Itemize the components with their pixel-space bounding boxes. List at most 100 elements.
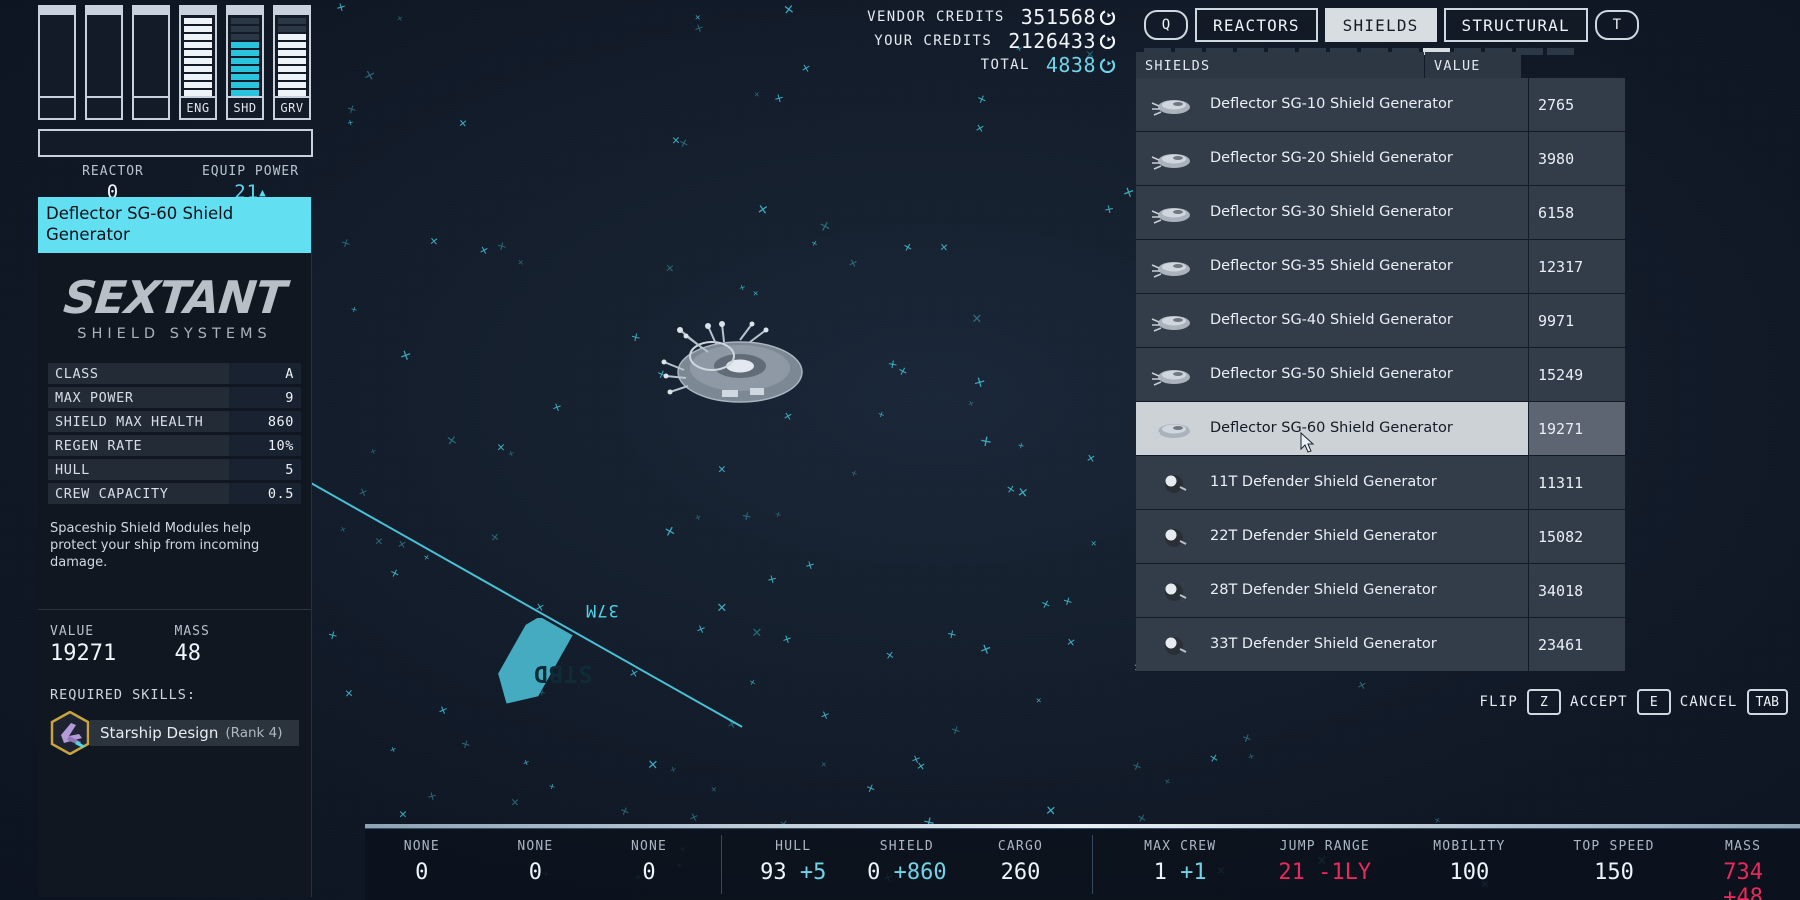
power-pip: [278, 74, 306, 80]
power-pip: [231, 58, 259, 64]
stat-divider: [1092, 835, 1094, 894]
table-header-value: VALUE: [1425, 52, 1521, 80]
power-pip: [278, 58, 306, 64]
vendor-credits-label: VENDOR CREDITS: [867, 9, 1005, 25]
star: ✕: [510, 794, 519, 811]
stat-cell-label: SHIELD: [879, 839, 934, 854]
module-value: 12317: [1529, 240, 1625, 294]
tab-reactors[interactable]: REACTORS: [1195, 8, 1318, 42]
module-value: 15082: [1529, 510, 1625, 564]
stat-cell-delta: +860: [880, 860, 947, 885]
credit-coin-icon: [1099, 33, 1116, 49]
value-mass-block: VALUE 19271 MASS 48: [38, 609, 311, 666]
stat-cell-label: CARGO: [997, 839, 1044, 854]
star: ✕: [444, 429, 458, 450]
stat-cell-value: 0: [415, 860, 429, 885]
stat-cell-value: 150: [1594, 860, 1634, 885]
tab-shields[interactable]: SHIELDS: [1324, 8, 1437, 42]
star: ✕: [782, 0, 795, 19]
module-list[interactable]: Deflector SG-10 Shield Generator Deflecto…: [1136, 78, 1528, 672]
power-pip: [184, 58, 212, 64]
credit-coin-icon: [1099, 9, 1116, 25]
table-row[interactable]: 11T Defender Shield Generator: [1136, 456, 1528, 510]
table-row[interactable]: Deflector SG-60 Shield Generator: [1136, 402, 1528, 456]
table-row[interactable]: 22T Defender Shield Generator: [1136, 510, 1528, 564]
your-credits-row: YOUR CREDITS 2126433: [825, 29, 1116, 53]
module-value: 34018: [1529, 564, 1625, 618]
shield-module-icon: [1136, 240, 1210, 293]
power-pip: [278, 50, 306, 56]
power-bar-empty-0[interactable]: [38, 5, 76, 120]
stat-key: CLASS: [48, 363, 229, 384]
power-bar-eng[interactable]: ENG: [179, 5, 217, 120]
table-row[interactable]: Deflector SG-35 Shield Generator: [1136, 240, 1528, 294]
shield-module-icon: [1136, 294, 1210, 347]
stat-cell-label: NONE: [517, 839, 554, 854]
prompt-label-cancel: CANCEL: [1679, 694, 1738, 710]
table-row[interactable]: 33T Defender Shield Generator: [1136, 618, 1528, 672]
tab-structural[interactable]: STRUCTURAL: [1443, 8, 1588, 42]
table-row[interactable]: 28T Defender Shield Generator: [1136, 564, 1528, 618]
skill-row[interactable]: Starship Design (Rank 4): [50, 710, 299, 756]
power-pip: [231, 50, 259, 56]
star: ✕: [717, 461, 726, 477]
ship-stat-bar: NONE 0 NONE 0 NONE 0 HULL 93 +5 SHIELD 0 +860 CARG…: [365, 828, 1800, 900]
power-bar-empty-2[interactable]: [132, 5, 170, 120]
power-bar-shd[interactable]: SHD: [226, 5, 264, 120]
power-bar-cap: [40, 7, 74, 15]
item-title: Deflector SG-60 Shield Generator: [38, 197, 311, 253]
skill-name-chip[interactable]: Starship Design (Rank 4): [90, 720, 299, 746]
table-row[interactable]: Deflector SG-10 Shield Generator: [1136, 78, 1528, 132]
star: ✕: [374, 534, 383, 550]
table-row[interactable]: Deflector SG-40 Shield Generator: [1136, 294, 1528, 348]
stat-cell-value: 100: [1449, 860, 1490, 885]
power-bar-pips: [134, 15, 168, 96]
star: ✕: [717, 596, 728, 616]
power-pip: [278, 66, 306, 72]
module-name: Deflector SG-20 Shield Generator: [1210, 150, 1453, 166]
prompt-key-accept[interactable]: E: [1636, 689, 1671, 715]
shield-module-icon: [1136, 78, 1210, 131]
power-bar-empty-1[interactable]: [85, 5, 123, 120]
module-name: Deflector SG-60 Shield Generator: [1210, 420, 1453, 436]
star: ✕: [915, 758, 926, 775]
table-row[interactable]: Deflector SG-50 Shield Generator: [1136, 348, 1528, 402]
item-description: Spaceship Shield Modules help protect yo…: [50, 521, 260, 570]
tab-list: REACTORS SHIELDS STRUCTURAL: [1195, 8, 1588, 42]
power-pip: [184, 82, 212, 88]
power-bar-label: [40, 96, 74, 118]
next-tab-key[interactable]: T: [1594, 10, 1639, 40]
stat-cell-value: 260: [1000, 860, 1041, 885]
brand-name: SEXTANT: [61, 270, 288, 324]
module-name: Deflector SG-50 Shield Generator: [1210, 366, 1453, 382]
prompt-key-flip[interactable]: Z: [1526, 689, 1561, 715]
power-pip: [184, 26, 212, 32]
module-value: 15249: [1529, 348, 1625, 402]
star: ✕: [665, 260, 674, 277]
category-tab-bar: Q REACTORS SHIELDS STRUCTURAL T: [1136, 0, 1800, 42]
total-value: 4838: [1045, 53, 1096, 77]
value-column: VALUE 19271: [50, 624, 175, 666]
module-value: 19271: [1529, 402, 1625, 456]
module-value-list: 2765 3980 6158 12317 9971 15249 19271 11311 1508…: [1529, 78, 1625, 672]
your-credits-label: YOUR CREDITS: [874, 33, 993, 49]
module-name: Deflector SG-40 Shield Generator: [1210, 312, 1453, 328]
stat-key: HULL: [48, 459, 229, 480]
module-name: Deflector SG-30 Shield Generator: [1210, 204, 1453, 220]
defender-module-icon: [1136, 456, 1210, 509]
stat-row: CREW CAPACITY 0.5: [48, 483, 301, 504]
star: ✕: [1045, 799, 1057, 819]
stat-cell-value: 0: [642, 860, 656, 885]
power-pip: [278, 82, 306, 88]
module-value: 9971: [1529, 294, 1625, 348]
power-bar-grv[interactable]: GRV: [273, 5, 311, 120]
prev-tab-key[interactable]: Q: [1144, 10, 1188, 40]
stat-cell-shield: SHIELD 0 +860: [865, 829, 949, 900]
star: ✕: [429, 233, 439, 250]
stat-value: 9: [229, 387, 301, 408]
item-stat-list: CLASS A MAX POWER 9 SHIELD MAX HEALTH 860 REGE…: [38, 363, 311, 504]
table-row[interactable]: Deflector SG-30 Shield Generator: [1136, 186, 1528, 240]
table-row[interactable]: Deflector SG-20 Shield Generator: [1136, 132, 1528, 186]
stat-value: A: [229, 363, 301, 384]
prompt-key-cancel[interactable]: TAB: [1746, 689, 1788, 715]
